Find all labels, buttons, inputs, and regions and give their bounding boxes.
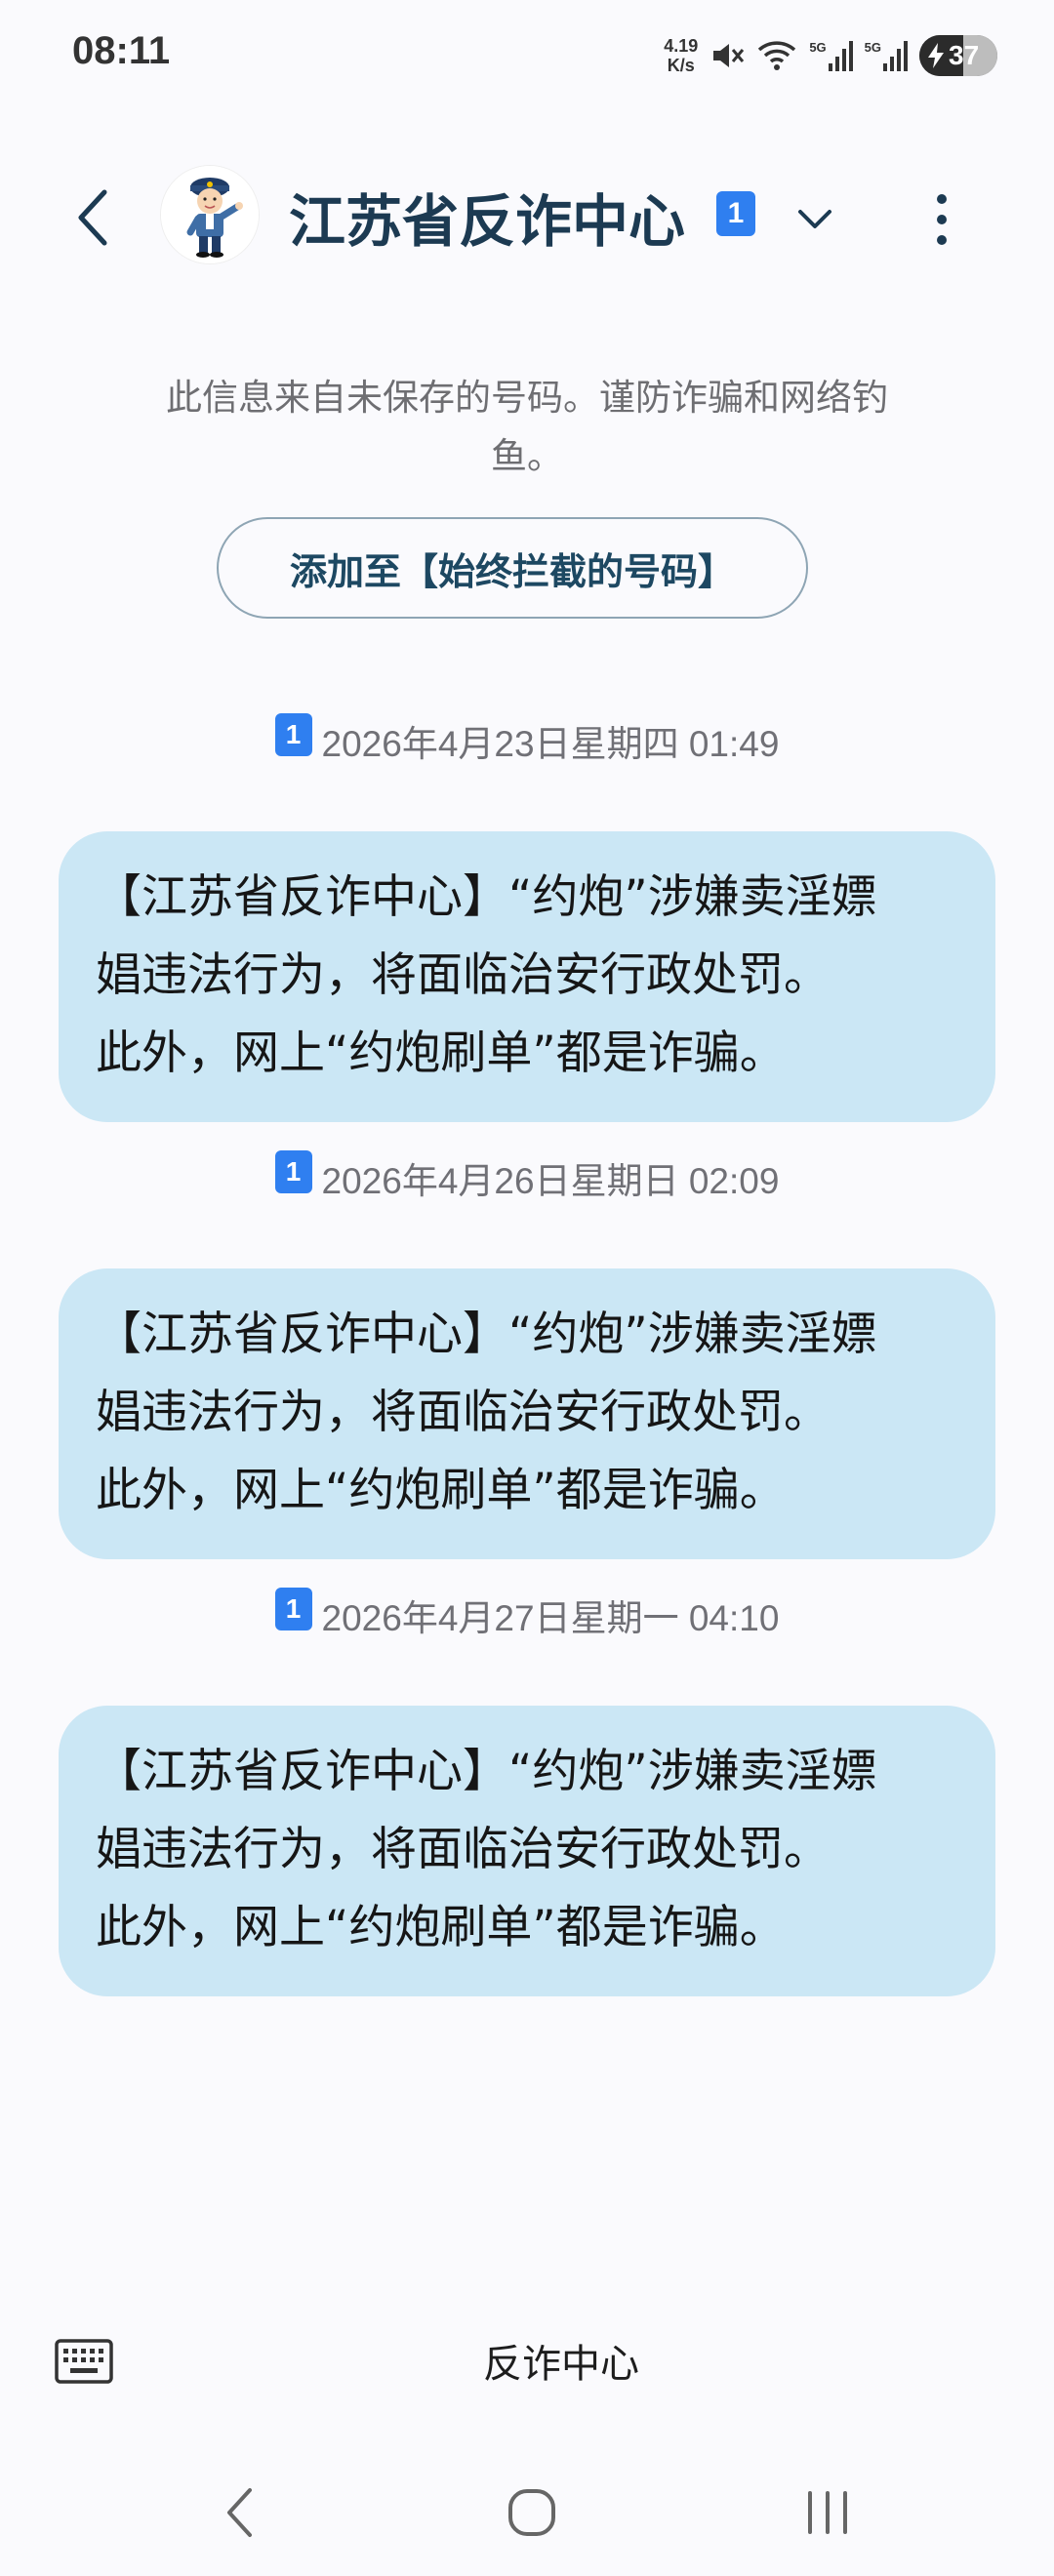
nav-recents-icon xyxy=(808,2491,847,2534)
message-timestamp: 1 2026年4月26日星期日 02:09 xyxy=(0,1150,1054,1204)
system-navigation-bar xyxy=(0,2459,1054,2556)
input-text[interactable]: 反诈中心 xyxy=(483,2332,639,2389)
keyboard-icon xyxy=(55,2339,113,2384)
timestamp-text: 2026年4月23日星期四 01:49 xyxy=(321,724,780,764)
expand-details-button[interactable] xyxy=(786,190,844,249)
police-mascot-icon xyxy=(161,166,259,263)
wifi-icon xyxy=(756,38,797,73)
message-bubble[interactable]: 【江苏省反诈中心】“约炮”涉嫌卖淫嫖 娼违法行为，将面临治安行政处罚。 此外，网… xyxy=(59,1706,995,1996)
conversation-header: 江苏省反诈中心 1 xyxy=(0,156,1054,273)
battery-indicator: 37 xyxy=(919,35,997,76)
contact-avatar[interactable] xyxy=(161,166,259,263)
signal-bars-icon xyxy=(883,41,908,71)
mute-icon xyxy=(709,38,745,73)
nav-home-button[interactable] xyxy=(493,2478,571,2547)
message-line: 娼违法行为，将面临治安行政处罚。 xyxy=(96,1823,830,1876)
back-button[interactable] xyxy=(59,183,127,252)
message-line: 娼违法行为，将面临治安行政处罚。 xyxy=(96,1386,830,1439)
back-arrow-icon xyxy=(78,189,107,246)
network-speed-unit: K/s xyxy=(667,56,695,75)
contact-title: 江苏省反诈中心 xyxy=(289,188,686,255)
charging-bolt-icon xyxy=(928,43,944,68)
message-line: 娼违法行为，将面临治安行政处罚。 xyxy=(96,948,830,1002)
status-bar: 08:11 4.19 K/s 5G 5G 37 xyxy=(0,0,1054,107)
message-line: 此外，网上“约炮刷单”都是诈骗。 xyxy=(96,1026,786,1080)
sim-badge: 1 xyxy=(716,191,755,236)
message-timestamp: 1 2026年4月27日星期一 04:10 xyxy=(0,1588,1054,1641)
sim-badge: 1 xyxy=(274,713,312,756)
message-bubble[interactable]: 【江苏省反诈中心】“约炮”涉嫌卖淫嫖 娼违法行为，将面临治安行政处罚。 此外，网… xyxy=(59,1268,995,1559)
timestamp-text: 2026年4月27日星期一 04:10 xyxy=(321,1598,780,1638)
chevron-down-icon xyxy=(798,210,831,228)
sim-badge: 1 xyxy=(274,1150,312,1193)
message-line: 此外，网上“约炮刷单”都是诈骗。 xyxy=(96,1464,786,1517)
message-line: 【江苏省反诈中心】“约炮”涉嫌卖淫嫖 xyxy=(96,870,877,924)
message-bubble[interactable]: 【江苏省反诈中心】“约炮”涉嫌卖淫嫖 娼违法行为，将面临治安行政处罚。 此外，网… xyxy=(59,831,995,1122)
more-options-button[interactable] xyxy=(912,181,971,259)
timestamp-text: 2026年4月26日星期日 02:09 xyxy=(321,1161,780,1201)
nav-home-icon xyxy=(508,2489,555,2536)
signal-1-label: 5G xyxy=(809,40,827,55)
network-speed: 4.19 K/s xyxy=(664,36,698,75)
unsaved-number-notice: 此信息来自未保存的号码。谨防诈骗和网络钓鱼。 xyxy=(166,377,888,477)
add-to-block-list-button[interactable]: 添加至【始终拦截的号码】 xyxy=(217,517,808,619)
nav-recents-button[interactable] xyxy=(789,2478,867,2547)
message-timestamp: 1 2026年4月23日星期四 01:49 xyxy=(0,713,1054,767)
signal-2-label: 5G xyxy=(864,40,881,55)
signal-bars-icon xyxy=(828,41,853,71)
message-line: 【江苏省反诈中心】“约炮”涉嫌卖淫嫖 xyxy=(96,1745,877,1798)
message-input-bar: 反诈中心 xyxy=(0,2313,1054,2410)
message-line: 此外，网上“约炮刷单”都是诈骗。 xyxy=(96,1901,786,1954)
nav-back-icon xyxy=(227,2488,252,2537)
cellular-signal-2: 5G xyxy=(865,40,908,71)
status-icons: 4.19 K/s 5G 5G 37 xyxy=(664,29,997,82)
sim-badge: 1 xyxy=(274,1588,312,1630)
status-time: 08:11 xyxy=(72,29,171,72)
battery-percent: 37 xyxy=(949,40,980,70)
message-line: 【江苏省反诈中心】“约炮”涉嫌卖淫嫖 xyxy=(96,1308,877,1361)
cellular-signal-1: 5G xyxy=(809,40,853,71)
nav-back-button[interactable] xyxy=(200,2478,278,2547)
more-vertical-icon xyxy=(937,194,947,245)
network-speed-value: 4.19 xyxy=(664,36,699,56)
keyboard-toggle-button[interactable] xyxy=(55,2332,113,2391)
